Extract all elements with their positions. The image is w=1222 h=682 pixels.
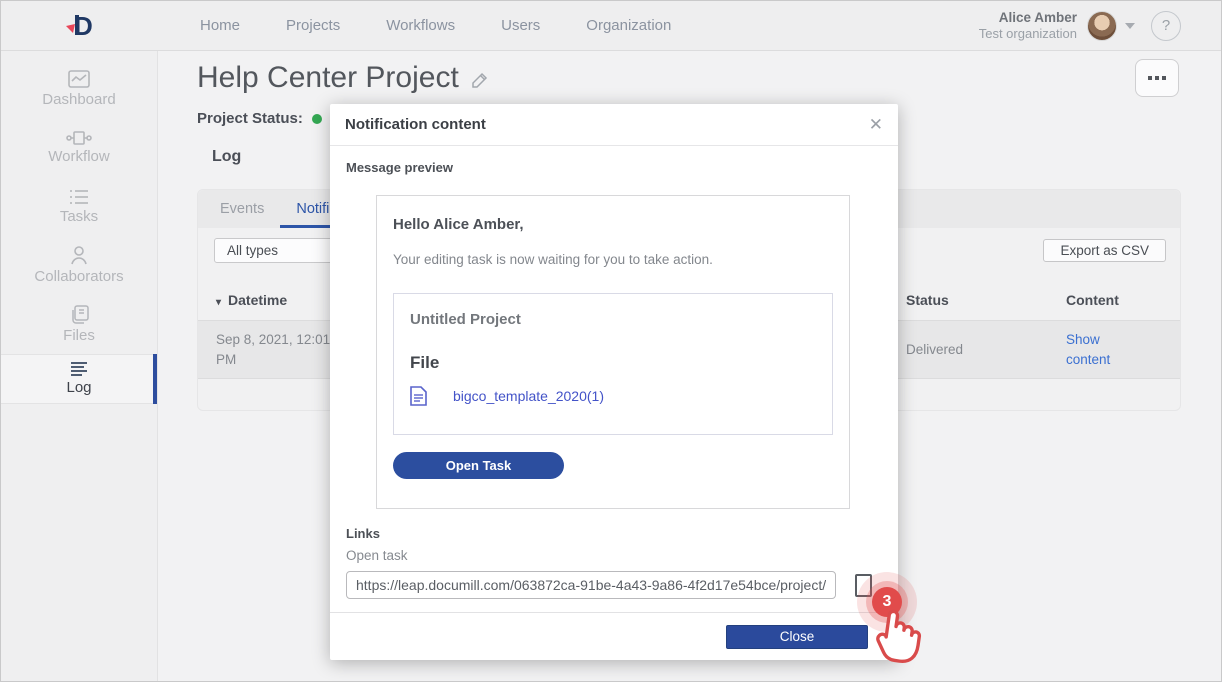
nav-home[interactable]: Home [200, 17, 240, 34]
app-root: D Home Projects Workflows Users Organiza… [0, 0, 1222, 682]
chevron-down-icon[interactable] [1125, 23, 1135, 29]
export-csv-button[interactable]: Export as CSV [1043, 239, 1166, 262]
sidebar-item-label: Dashboard [42, 91, 115, 108]
message-preview-label: Message preview [346, 160, 882, 175]
nav-users[interactable]: Users [501, 17, 540, 34]
sidebar-item-workflow[interactable]: Workflow [1, 118, 157, 177]
edit-pencil-icon[interactable] [471, 71, 489, 89]
sidebar-item-collaborators[interactable]: Collaborators [1, 236, 157, 295]
status-dot-icon [312, 114, 322, 124]
sidebar-item-label: Log [66, 379, 91, 396]
file-link[interactable]: bigco_template_2020(1) [453, 388, 604, 404]
modal-header: Notification content ✕ [330, 104, 898, 146]
documill-logo-icon: D [62, 10, 98, 42]
user-name: Alice Amber [979, 10, 1077, 25]
workflow-icon [66, 131, 92, 145]
files-icon [70, 305, 89, 324]
column-header-content: Content [1066, 292, 1164, 308]
tab-events[interactable]: Events [204, 190, 280, 228]
column-header-status: Status [906, 292, 1066, 308]
topbar: D Home Projects Workflows Users Organiza… [1, 1, 1221, 51]
open-task-label: Open task [346, 548, 882, 563]
notification-content-modal: Notification content ✕ Message preview H… [330, 104, 898, 660]
message-body: Your editing task is now waiting for you… [393, 252, 833, 267]
sidebar: Dashboard Workflow Tasks Collaborators [1, 51, 158, 681]
log-icon [70, 362, 88, 376]
tasks-icon [69, 189, 89, 205]
nav-workflows[interactable]: Workflows [386, 17, 455, 34]
sidebar-item-label: Collaborators [34, 268, 123, 285]
url-row [346, 571, 882, 599]
user-info: Alice Amber Test organization [979, 10, 1077, 41]
open-task-button[interactable]: Open Task [393, 452, 564, 479]
message-greeting: Hello Alice Amber, [393, 216, 833, 233]
collaborators-icon [70, 246, 88, 265]
project-name: Untitled Project [410, 311, 816, 328]
modal-footer: Close [330, 612, 898, 660]
type-filter-value: All types [227, 243, 278, 258]
message-preview-pane: Hello Alice Amber, Your editing task is … [376, 195, 850, 509]
page-title-row: Help Center Project [197, 61, 489, 95]
page-title: Help Center Project [197, 61, 459, 95]
close-icon[interactable]: ✕ [869, 116, 883, 133]
sidebar-item-label: Workflow [48, 148, 109, 165]
open-task-url-input[interactable] [346, 571, 836, 599]
user-area: Alice Amber Test organization ? [979, 10, 1221, 41]
dashboard-icon [68, 70, 90, 88]
sort-caret-down-icon: ▾ [216, 297, 221, 308]
copy-icon[interactable] [855, 574, 872, 597]
avatar[interactable] [1087, 11, 1117, 41]
sidebar-item-label: Files [63, 327, 95, 344]
sidebar-item-log[interactable]: Log [1, 354, 157, 404]
project-status-label: Project Status: [197, 110, 303, 127]
file-heading: File [410, 353, 816, 373]
cell-status: Delivered [906, 342, 1066, 357]
modal-title: Notification content [345, 116, 486, 133]
nav-organization[interactable]: Organization [586, 17, 671, 34]
file-row: bigco_template_2020(1) [410, 386, 816, 406]
sidebar-item-files[interactable]: Files [1, 295, 157, 354]
modal-body: Message preview Hello Alice Amber, Your … [330, 146, 898, 599]
cell-datetime: Sep 8, 2021, 12:01 PM [216, 330, 334, 370]
section-title-log: Log [212, 148, 241, 166]
document-icon [410, 386, 427, 406]
documill-logo[interactable]: D [1, 10, 158, 42]
user-organization: Test organization [979, 26, 1077, 41]
help-button[interactable]: ? [1151, 11, 1181, 41]
show-content-link[interactable]: Show content [1066, 330, 1124, 370]
close-button[interactable]: Close [726, 625, 868, 649]
project-card: Untitled Project File bigco_template_202… [393, 293, 833, 435]
more-options-button[interactable] [1135, 59, 1179, 97]
sidebar-item-tasks[interactable]: Tasks [1, 177, 157, 236]
sidebar-item-dashboard[interactable]: Dashboard [1, 59, 157, 118]
links-heading: Links [346, 526, 882, 541]
ellipsis-icon [1148, 76, 1152, 80]
nav-projects[interactable]: Projects [286, 17, 340, 34]
main-nav: Home Projects Workflows Users Organizati… [200, 17, 671, 34]
sidebar-item-label: Tasks [60, 208, 98, 225]
